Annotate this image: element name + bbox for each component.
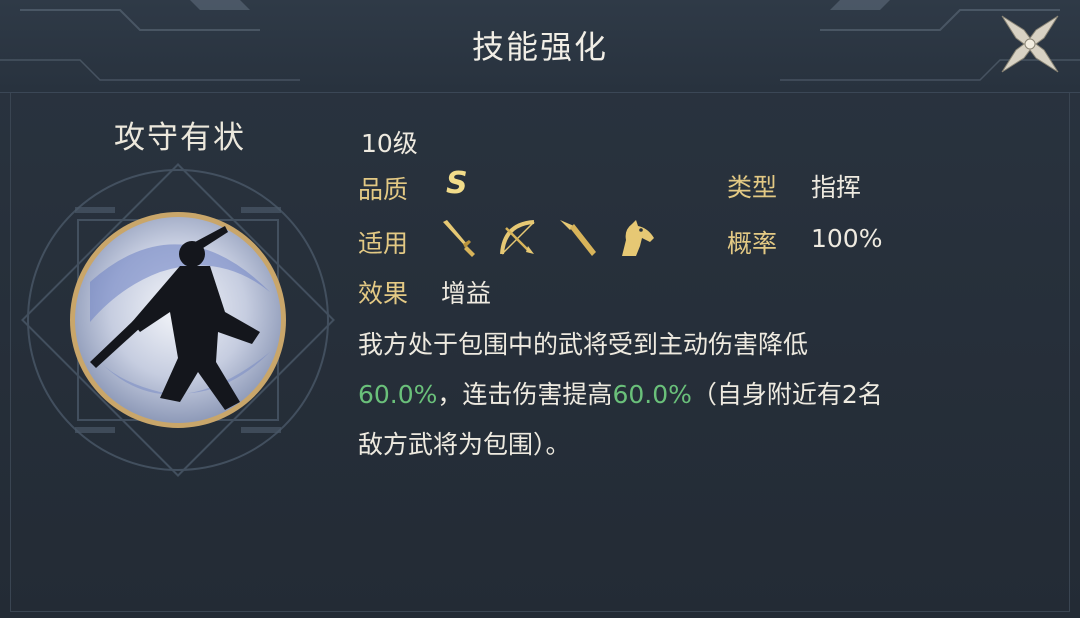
skill-emblem-icon — [21, 163, 335, 477]
combo-damage-value: 60.0% — [612, 380, 692, 409]
description-line-3: 敌方武将为包围）。 — [358, 430, 571, 459]
description-line-2: 60.0%，连击伤害提高60.0%（自身附近有2名 — [358, 370, 1008, 420]
type-value: 指挥 — [811, 173, 862, 202]
quality-label: 品质 — [358, 175, 409, 204]
damage-reduction-value: 60.0% — [358, 380, 438, 409]
type-label: 类型 — [727, 173, 778, 202]
description-mid: ，连击伤害提高 — [437, 380, 613, 409]
description-tail: （自身附近有2名 — [691, 380, 883, 409]
applicable-label: 适用 — [358, 229, 409, 258]
spear-icon — [560, 220, 596, 256]
close-button[interactable] — [994, 8, 1066, 80]
bow-icon — [500, 220, 535, 255]
skill-description: 我方处于包围中的武将受到主动伤害降低 60.0%，连击伤害提高60.0%（自身附… — [358, 320, 1008, 470]
sword-icon — [443, 220, 475, 257]
skill-name: 攻守有状 — [114, 120, 246, 156]
dialog-title: 技能强化 — [471, 28, 608, 66]
horse-icon — [622, 220, 654, 256]
rate-value: 100% — [811, 224, 883, 253]
skill-enhance-dialog: 技能强化 攻守有状 10级 品质 S 类型 指挥 适用 概率 100% 效果 增… — [0, 0, 1080, 618]
close-icon — [1001, 15, 1059, 73]
description-line-1: 我方处于包围中的武将受到主动伤害降低 — [358, 330, 809, 359]
skill-level: 10级 — [361, 129, 418, 158]
effect-label: 效果 — [358, 279, 409, 308]
rate-label: 概率 — [727, 229, 778, 258]
title-bar: 技能强化 — [0, 0, 1080, 93]
effect-value: 增益 — [441, 279, 492, 308]
quality-grade: S — [446, 166, 468, 201]
